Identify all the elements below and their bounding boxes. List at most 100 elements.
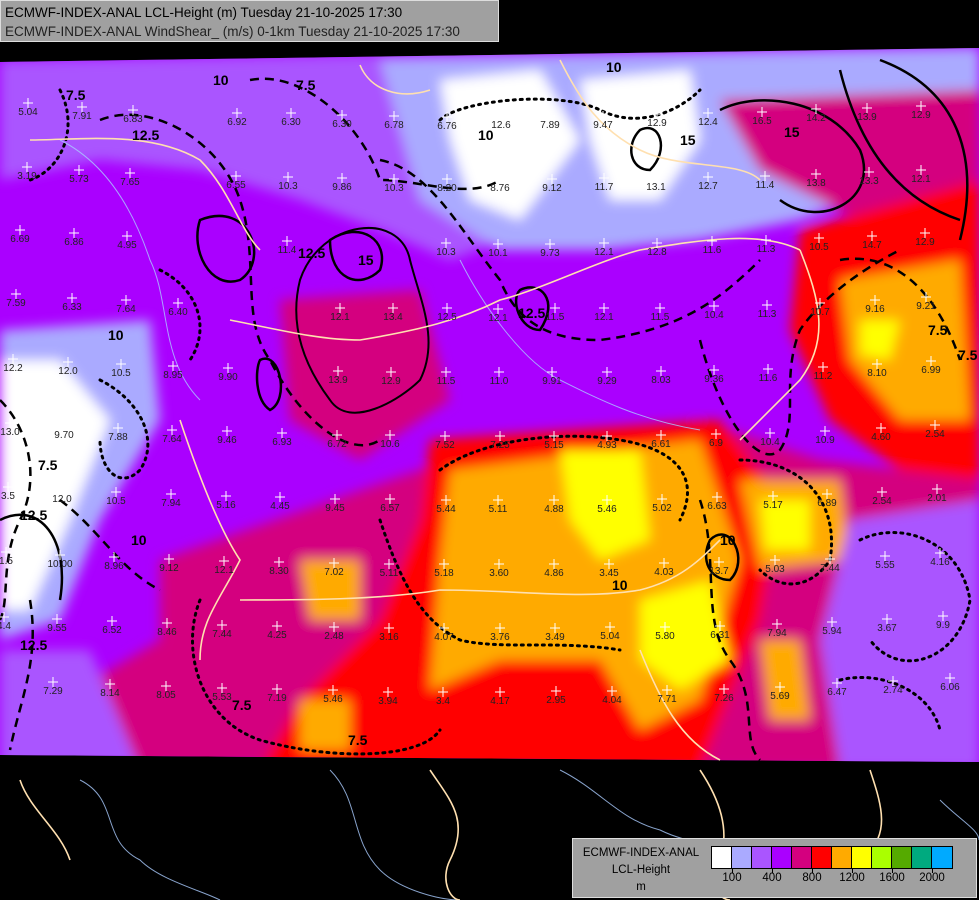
station-value: 8.05 [156,690,176,701]
station-value: 10.5 [106,496,126,507]
station-value: 6.30 [332,119,352,130]
station-value: 9.86 [332,182,352,193]
contour-label: 12.5 [298,245,325,261]
legend-swatch [732,847,752,868]
station-value: 12.1 [594,312,614,323]
station-value: 4.07 [434,632,454,643]
station-value: 7.65 [120,177,140,188]
station-value: 5.04 [600,631,620,642]
station-value: 2.95 [546,695,566,706]
station-value: 5.02 [652,503,672,514]
contour-label: 7.5 [38,457,58,473]
station-value: 2.48 [324,631,344,642]
station-value: 6.99 [921,365,941,376]
station-value: 2.54 [872,496,892,507]
station-value: 7.52 [435,440,455,451]
station-value: 13.1 [646,182,666,193]
station-value: 14.7 [862,240,882,251]
station-value: 4.95 [117,240,137,251]
station-value: 10.5 [809,242,829,253]
station-value: 5.69 [770,691,790,702]
station-value: 11.0 [490,376,509,387]
station-value: 14.2 [806,113,826,124]
station-value: 10.9 [815,435,835,446]
station-value: 11.5 [437,376,456,387]
legend-swatch [932,847,952,868]
station-value: 11.2 [814,371,833,382]
station-value: 6.40 [168,307,188,318]
station-value: 6.69 [10,234,30,245]
station-value: 5.18 [434,568,454,579]
station-value: 12.0 [52,494,72,505]
station-value: 12.9 [381,376,401,387]
contour-label: 15 [680,132,696,148]
station-value: 6.06 [940,682,960,693]
legend-swatch [832,847,852,868]
station-value: 5.17 [763,500,783,511]
title-lcl-height: ECMWF-INDEX-ANAL LCL-Height (m) Tuesday … [5,5,403,20]
station-value: 9.46 [217,435,237,446]
legend-tick-label: 2000 [919,872,945,884]
lcl-height-map: 5.04 7.91 6.83 6.92 6.30 6.30 6.78 6.76 12.6 7.89… [0,48,979,900]
station-value: 7.44 [212,629,232,640]
station-value: 3.76 [490,632,510,643]
station-value: 3.49 [545,632,565,643]
station-value: 12.4 [698,117,718,128]
station-value: 7.88 [108,432,128,443]
station-value: 4.86 [544,568,564,579]
station-value: 12.0 [58,366,78,377]
station-value: 12.9 [647,118,667,129]
contour-label: 7.5 [232,697,252,713]
station-value: 5.16 [216,500,236,511]
station-value: 5.46 [323,694,343,705]
station-value: 5.03 [765,564,785,575]
station-value: 6.78 [384,120,404,131]
station-value: 11.3 [757,244,776,255]
legend-tick-label: 800 [802,872,822,884]
station-value: 7.64 [162,434,182,445]
legend-swatch [792,847,812,868]
contour-label: 10 [478,127,494,143]
contour-label: 10 [612,577,628,593]
contour-label: 10 [108,327,124,343]
station-value: 7.71 [657,694,677,705]
legend-parameter: LCL-Height [611,864,671,876]
station-value: 7.94 [767,628,787,639]
station-value: 9.36 [704,374,724,385]
station-value: 3.5 [1,491,15,502]
station-value: 8.20 [437,183,457,194]
weather-map-view: 5.04 7.91 6.83 6.92 6.30 6.30 6.78 6.76 12.6 7.89… [0,0,979,900]
station-value: 12.2 [3,363,23,374]
station-value: 12.1 [911,174,931,185]
station-value: 12.9 [915,237,935,248]
station-value: 5.15 [544,440,564,451]
station-value: 12.1 [594,247,614,258]
station-value: 8.10 [867,368,887,379]
station-value: 4.17 [490,696,510,707]
station-value: 6.86 [64,237,84,248]
station-value: 11.3 [758,309,777,320]
map-title-box: ECMWF-INDEX-ANAL LCL-Height (m) Tuesday … [0,0,499,42]
station-value: 12.1 [214,565,234,576]
station-value: 6.63 [707,501,727,512]
contour-label: 7.5 [296,77,316,93]
station-value: 9.47 [593,120,613,131]
station-value: 12.9 [911,110,931,121]
station-value: 9.16 [865,304,885,315]
station-value: 7.25 [490,440,510,451]
contour-label: 15 [784,124,800,140]
station-value: 13.0 [0,427,20,438]
station-value: 13.7 [709,566,729,577]
station-value: 10.7 [810,307,830,318]
station-value: 3.4 [436,696,450,707]
station-value: 3.16 [379,632,399,643]
station-value: 7.91 [72,111,92,122]
station-value: 10.1 [488,248,508,259]
contour-label: 12.5 [518,305,545,321]
station-value: 5.55 [875,560,895,571]
station-value: 4.4 [0,621,11,632]
station-value: 3.67 [877,623,897,634]
station-value: 12.6 [491,120,511,131]
station-value: 9.29 [597,376,617,387]
station-value: 13.9 [328,375,348,386]
